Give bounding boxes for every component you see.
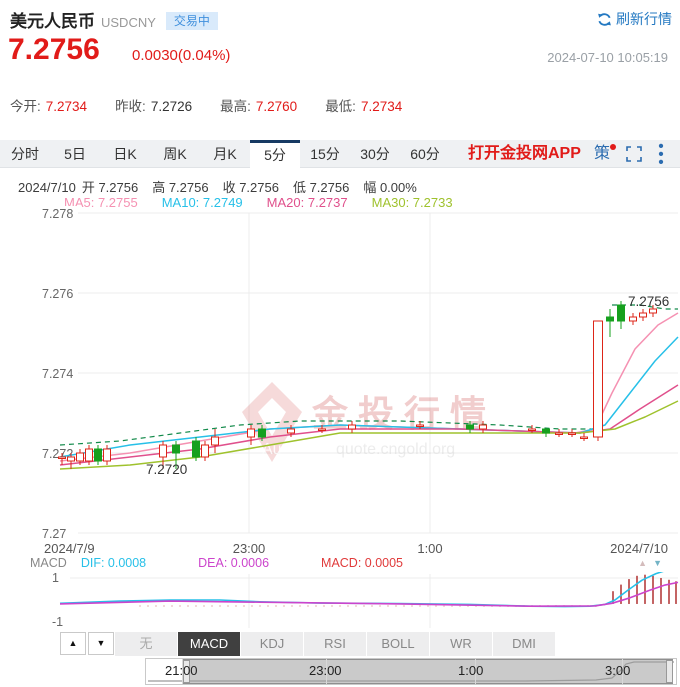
ohlc-pair: 高 7.2756 (152, 180, 208, 195)
svg-text:1:00: 1:00 (417, 541, 442, 556)
indicator-down-button[interactable]: ▼ (88, 632, 114, 655)
quote-page: 美元人民币 USDCNY 交易中 刷新行情 7.2756 0.0030(0.04%)… (0, 0, 680, 687)
main-candlestick-chart[interactable]: 7.2787.2767.2747.2727.27Au金投行情quote.cngo… (0, 206, 680, 558)
down-arrow-icon[interactable]: ▼ (653, 558, 662, 568)
stat-value: 7.2734 (46, 99, 87, 114)
indicator-up-button[interactable]: ▲ (60, 632, 86, 655)
indicator-tab-BOLL[interactable]: BOLL (367, 632, 429, 656)
tab-周K[interactable]: 周K (150, 140, 200, 168)
macd-readout: MACD DIF: 0.0008 DEA: 0.0006 MACD: 0.0005 (30, 556, 455, 570)
indicator-tab-KDJ[interactable]: KDJ (241, 632, 303, 656)
ohlc-pair: 开 7.2756 (82, 180, 138, 195)
svg-text:7.276: 7.276 (42, 287, 73, 301)
ohlc-readout: 2024/7/10 开 7.2756 高 7.2756 收 7.2756 低 7.275… (18, 177, 431, 196)
notification-dot (610, 144, 616, 150)
svg-text:2024/7/10: 2024/7/10 (610, 541, 668, 556)
stat-item: 最低: 7.2734 (325, 99, 402, 114)
ohlc-pair: 幅 0.00% (363, 180, 416, 195)
header: 美元人民币 USDCNY 交易中 (10, 7, 218, 32)
strategy-label: 策 (594, 145, 610, 162)
stat-label: 最高: (220, 99, 251, 114)
indicator-tab-MACD[interactable]: MACD (178, 632, 240, 656)
up-arrow-icon[interactable]: ▲ (638, 558, 647, 568)
stat-value: 7.2726 (151, 99, 192, 114)
navigator-time-label: 1:00 (458, 663, 483, 678)
svg-text:7.2720: 7.2720 (146, 462, 187, 477)
indicator-tabs: 无MACDKDJRSIBOLLWRDMI (115, 632, 556, 656)
indicator-tab-WR[interactable]: WR (430, 632, 492, 656)
tab-分时[interactable]: 分时 (0, 140, 50, 168)
indicator-tab-RSI[interactable]: RSI (304, 632, 366, 656)
stat-item: 昨收: 7.2726 (115, 99, 192, 114)
time-range-navigator[interactable]: 21:00 23:00 1:00 3:00 (145, 658, 677, 685)
open-app-link[interactable]: 打开金投网APP (468, 140, 581, 168)
quote-timestamp: 2024-07-10 10:05:19 (547, 50, 668, 65)
page-title: 美元人民币 (10, 12, 95, 31)
period-tab-bar: 分时5日日K周K月K5分15分30分60分 打开金投网APP 策 ••• (0, 140, 680, 168)
price-change: 0.0030(0.04%) (132, 47, 230, 64)
tab-60分[interactable]: 60分 (400, 140, 450, 168)
navigator-time-label: 23:00 (309, 663, 342, 678)
more-menu-button[interactable]: ••• (656, 143, 666, 167)
svg-text:7.278: 7.278 (42, 207, 73, 221)
watermark: Au金投行情quote.cngold.org (242, 382, 496, 462)
daily-stats: 今开: 7.2734 昨收: 7.2726 最高: 7.2760 最低: 7.2734 (10, 95, 430, 115)
svg-text:quote.cngold.org: quote.cngold.org (336, 441, 455, 458)
stat-item: 最高: 7.2760 (220, 99, 297, 114)
svg-text:-1: -1 (52, 615, 63, 629)
status-badge: 交易中 (166, 12, 218, 30)
navigator-right-grip[interactable] (666, 660, 673, 683)
macd-panel-label: MACD (30, 556, 67, 570)
stat-label: 昨收: (115, 99, 146, 114)
stat-value: 7.2734 (361, 99, 402, 114)
macd-reading: DEA: 0.0006 (198, 556, 269, 570)
fullscreen-icon (626, 146, 642, 162)
svg-text:7.27: 7.27 (42, 527, 66, 541)
stat-item: 今开: 7.2734 (10, 99, 87, 114)
navigator-time-label: 21:00 (165, 663, 198, 678)
stat-value: 7.2760 (256, 99, 297, 114)
stat-label: 今开: (10, 99, 41, 114)
navigator-time-label: 3:00 (605, 663, 630, 678)
refresh-icon (597, 12, 612, 27)
svg-text:1: 1 (52, 572, 59, 585)
symbol-code: USDCNY (101, 15, 156, 30)
ohlc-pair: 低 7.2756 (293, 180, 349, 195)
svg-text:2024/7/9: 2024/7/9 (44, 541, 95, 556)
stat-label: 最低: (325, 99, 356, 114)
period-tabs: 分时5日日K周K月K5分15分30分60分 (0, 140, 450, 157)
tab-日K[interactable]: 日K (100, 140, 150, 168)
macd-chart: 1 -1 (0, 572, 680, 632)
indicator-bar: ▲ ▼ 无MACDKDJRSIBOLLWRDMI (0, 632, 680, 657)
macd-reading: MACD: 0.0005 (321, 556, 403, 570)
indicator-tab-无[interactable]: 无 (115, 632, 177, 656)
strategy-button[interactable]: 策 (594, 140, 610, 168)
tab-30分[interactable]: 30分 (350, 140, 400, 168)
tab-5日[interactable]: 5日 (50, 140, 100, 168)
fullscreen-button[interactable] (626, 146, 642, 167)
svg-text:7.2756: 7.2756 (628, 294, 669, 309)
tab-月K[interactable]: 月K (200, 140, 250, 168)
refresh-label: 刷新行情 (616, 11, 672, 27)
tab-5分[interactable]: 5分 (250, 140, 300, 168)
navigator-handle[interactable] (183, 659, 673, 684)
indicator-tab-DMI[interactable]: DMI (493, 632, 555, 656)
tab-15分[interactable]: 15分 (300, 140, 350, 168)
svg-text:23:00: 23:00 (233, 541, 266, 556)
svg-text:7.274: 7.274 (42, 367, 73, 381)
macd-reading: DIF: 0.0008 (81, 556, 146, 570)
macd-cycle-arrows[interactable]: ▲▼ (638, 558, 662, 568)
ohlc-pair: 收 7.2756 (223, 180, 279, 195)
ohlc-date: 2024/7/10 (18, 180, 76, 195)
last-price: 7.2756 (8, 33, 100, 67)
refresh-button[interactable]: 刷新行情 (597, 9, 672, 29)
